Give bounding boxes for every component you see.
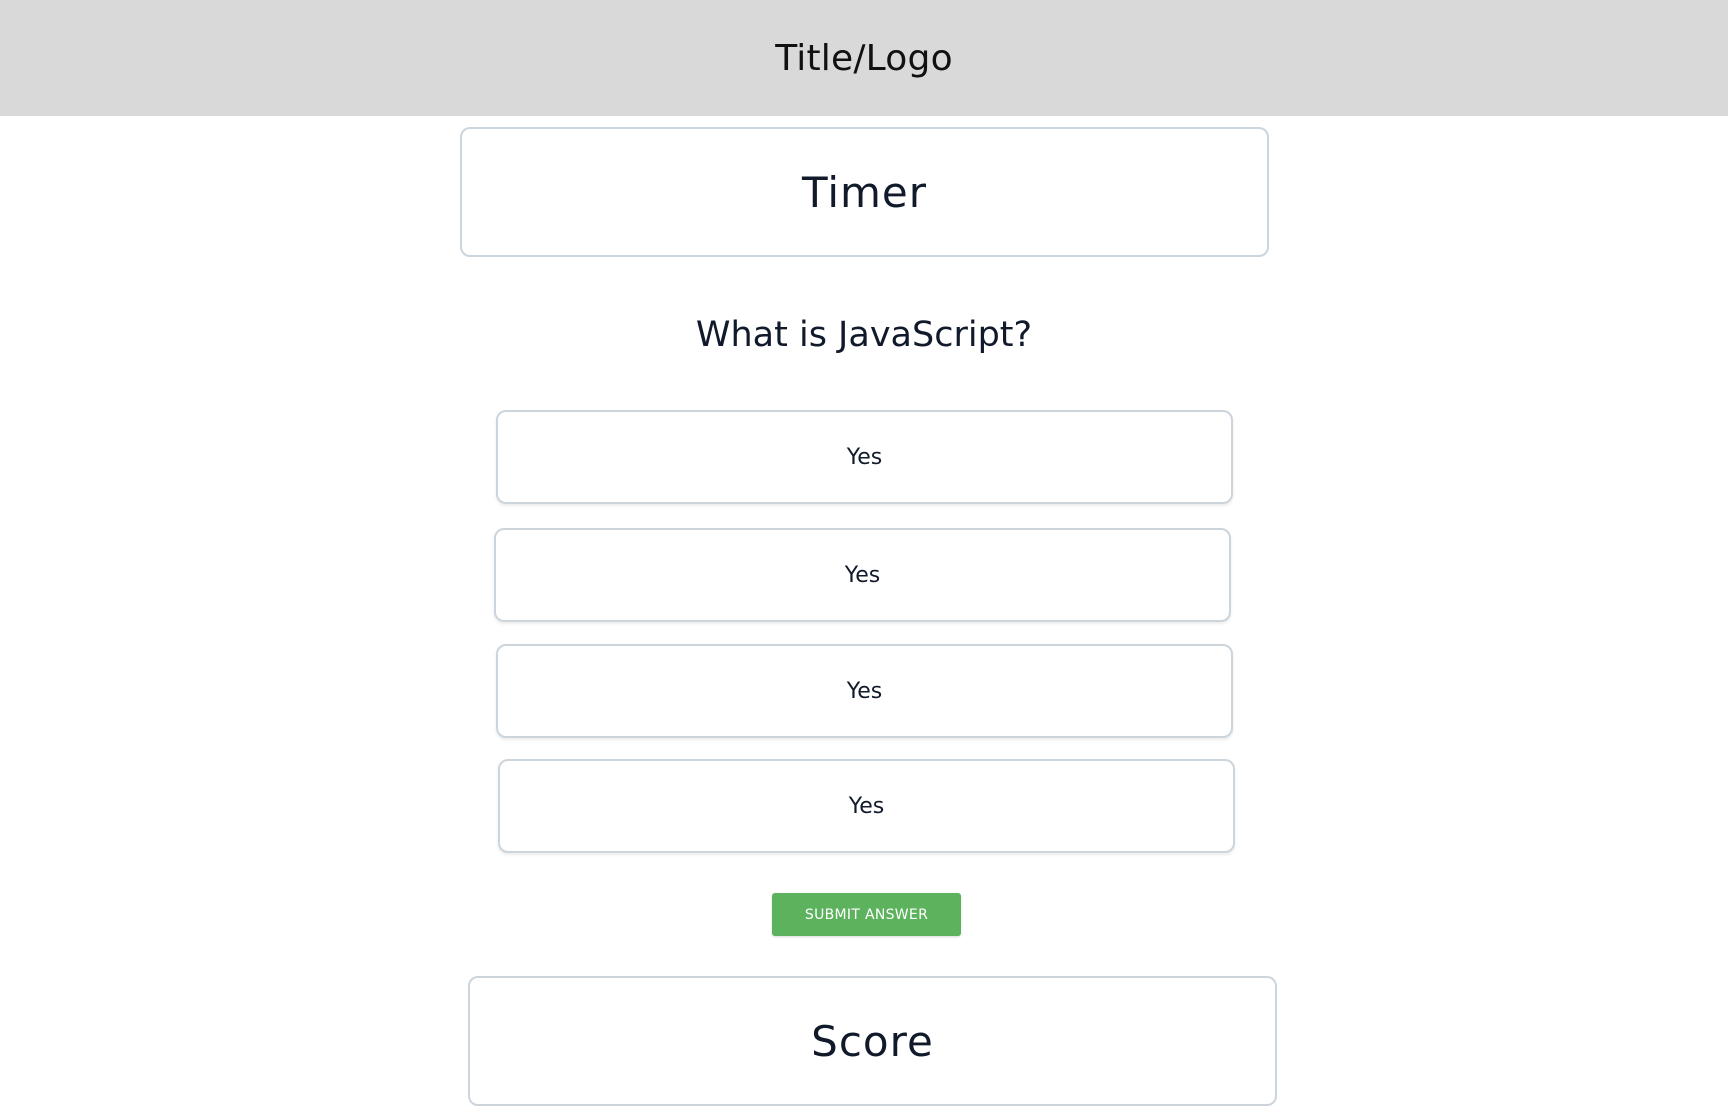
- question-text: What is JavaScript?: [695, 315, 1033, 355]
- answer-option-label: Yes: [848, 793, 885, 819]
- answer-option-label: Yes: [846, 444, 883, 470]
- submit-answer-button[interactable]: SUBMIT ANSWER: [772, 893, 961, 936]
- title-logo[interactable]: Title/Logo: [775, 38, 953, 79]
- timer-label: Timer: [801, 167, 928, 217]
- answer-option-1[interactable]: Yes: [496, 410, 1233, 504]
- header-bar: Title/Logo: [0, 0, 1728, 116]
- score-label: Score: [811, 1016, 934, 1066]
- timer-panel: Timer: [460, 127, 1269, 257]
- answer-option-label: Yes: [846, 678, 883, 704]
- score-panel: Score: [468, 976, 1277, 1106]
- answer-option-3[interactable]: Yes: [496, 644, 1233, 738]
- answer-option-4[interactable]: Yes: [498, 759, 1235, 853]
- answer-option-2[interactable]: Yes: [494, 528, 1231, 622]
- answer-option-label: Yes: [844, 562, 881, 588]
